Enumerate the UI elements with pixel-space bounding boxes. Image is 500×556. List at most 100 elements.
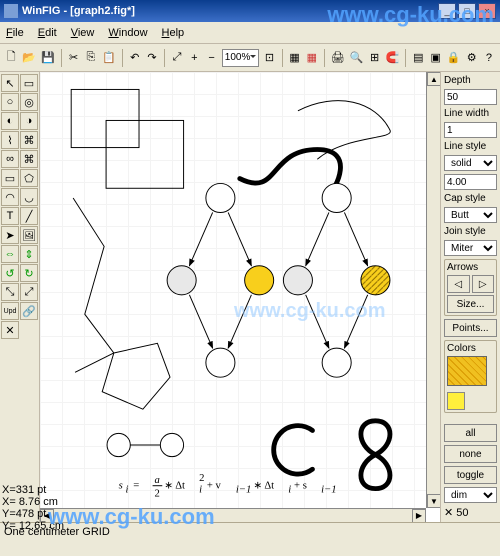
- rotcw-tool[interactable]: ↻: [20, 264, 38, 282]
- toggle-button[interactable]: toggle: [444, 466, 497, 484]
- svg-text:i: i: [288, 484, 291, 495]
- close-button[interactable]: ×: [478, 3, 496, 19]
- svg-text:∗ Δt: ∗ Δt: [164, 481, 185, 492]
- palette-button[interactable]: ▦: [305, 49, 319, 67]
- polygon-tool[interactable]: ⬠: [20, 169, 38, 187]
- linestyle-select[interactable]: solid: [444, 155, 497, 171]
- color-swatch[interactable]: [447, 392, 465, 410]
- maximize-button[interactable]: □: [458, 3, 476, 19]
- scale2-tool[interactable]: ⤢: [20, 283, 38, 301]
- svg-text:2: 2: [199, 473, 204, 484]
- menu-view[interactable]: View: [71, 27, 95, 39]
- menu-help[interactable]: Help: [162, 27, 185, 39]
- colors-group: Colors: [444, 340, 497, 413]
- svg-text:∗ Δt: ∗ Δt: [253, 481, 274, 492]
- arrow-size-button[interactable]: Size...: [447, 295, 494, 313]
- update-tool[interactable]: Upd: [1, 302, 19, 320]
- delete-tool[interactable]: ✕: [1, 321, 19, 339]
- spline-tool[interactable]: ⌇: [1, 131, 19, 149]
- titlebar: WinFIG - [graph2.fig*] _ □ ×: [0, 0, 500, 22]
- copy-button[interactable]: ⎘: [84, 49, 98, 67]
- zoomfit-button[interactable]: ⤢: [170, 49, 184, 67]
- none-button[interactable]: none: [444, 445, 497, 463]
- paste-button[interactable]: 📋: [101, 49, 117, 67]
- flip-h-tool[interactable]: ⇔: [1, 245, 19, 263]
- scale-tool[interactable]: ⤡: [1, 283, 19, 301]
- select-tool[interactable]: ↖: [1, 74, 19, 92]
- minimize-button[interactable]: _: [438, 3, 456, 19]
- spline4-tool[interactable]: ⌘: [20, 150, 38, 168]
- redo-button[interactable]: ↷: [145, 49, 159, 67]
- fill-swatch[interactable]: [447, 356, 487, 386]
- save-button[interactable]: 💾: [40, 49, 56, 67]
- text-tool[interactable]: T: [1, 207, 19, 225]
- zoom1-button[interactable]: ⊡: [262, 49, 276, 67]
- ellipseaxis-tool[interactable]: ◐: [1, 112, 19, 130]
- undo-button[interactable]: ↶: [128, 49, 142, 67]
- coordinate-readout: X=331 pt X= 8.76 cm Y=478 pt Y= 12.65 cm: [2, 484, 64, 532]
- help-button[interactable]: ?: [482, 49, 496, 67]
- image-tool[interactable]: 🖼: [20, 226, 38, 244]
- close-icon[interactable]: ✕: [444, 506, 453, 519]
- lasso-tool[interactable]: ▭: [20, 74, 38, 92]
- equation-text: s: [119, 481, 123, 492]
- capstyle-select[interactable]: Butt: [444, 207, 497, 223]
- property-panel: Depth Line width Line style solid Cap st…: [440, 72, 500, 522]
- dim-select[interactable]: dim: [444, 487, 497, 503]
- svg-text:i−1: i−1: [321, 484, 336, 495]
- circle-tool[interactable]: ◎: [20, 93, 38, 111]
- grid-button[interactable]: ⊞: [367, 49, 381, 67]
- canvas[interactable]: s i = a 2 ∗ Δt i 2 + v i−1 ∗ Δt i + s i−…: [40, 72, 426, 508]
- snap-button[interactable]: 🧲: [385, 49, 401, 67]
- scrollbar-horizontal[interactable]: ◀ ▶: [40, 508, 426, 522]
- arrows-group: Arrows ◁ ▷ Size...: [444, 259, 497, 316]
- spline3-tool[interactable]: ∞: [1, 150, 19, 168]
- flip-v-tool[interactable]: ⇕: [20, 245, 38, 263]
- library-button[interactable]: ▦: [287, 49, 301, 67]
- dash-input[interactable]: [444, 174, 497, 190]
- new-button[interactable]: 🗋: [4, 49, 18, 67]
- spline2-tool[interactable]: ⌘: [20, 131, 38, 149]
- lock-button[interactable]: 🔒: [446, 49, 462, 67]
- line-tool[interactable]: ╱: [20, 207, 38, 225]
- link-tool[interactable]: 🔗: [20, 302, 38, 320]
- cut-button[interactable]: ✂: [66, 49, 80, 67]
- all-button[interactable]: all: [444, 424, 497, 442]
- prop-button[interactable]: ▣: [429, 49, 443, 67]
- depthflag-value: 50: [456, 507, 468, 519]
- app-icon: [4, 4, 18, 18]
- depth-input[interactable]: [444, 89, 497, 105]
- zoomin-button[interactable]: +: [187, 49, 201, 67]
- opts-button[interactable]: ⚙: [465, 49, 479, 67]
- svg-text:+ s: + s: [294, 481, 307, 492]
- menu-edit[interactable]: Edit: [38, 27, 57, 39]
- arrow-end-button[interactable]: ▷: [472, 275, 495, 293]
- toolbar-main: 🗋 📂 💾 ✂ ⎘ 📋 ↶ ↷ ⤢ + − 100% ⊡ ▦ ▦ 🖨 🔍 ⊞ 🧲…: [0, 44, 500, 72]
- joinstyle-select[interactable]: Miter: [444, 240, 497, 256]
- arc2-tool[interactable]: ◡: [20, 188, 38, 206]
- circleaxis-tool[interactable]: ◑: [20, 112, 38, 130]
- arrow-tool[interactable]: ➤: [1, 226, 19, 244]
- arrow-start-button[interactable]: ◁: [447, 275, 470, 293]
- print-button[interactable]: 🖨: [330, 49, 346, 67]
- zoomout-button[interactable]: −: [204, 49, 218, 67]
- search-button[interactable]: 🔍: [349, 49, 365, 67]
- linestyle-label: Line style: [444, 141, 497, 152]
- statusbar: One centimeter GRID: [0, 522, 500, 540]
- linewidth-label: Line width: [444, 108, 497, 119]
- menu-file[interactable]: FFileile: [6, 27, 24, 39]
- menu-window[interactable]: Window: [108, 27, 147, 39]
- svg-text:i: i: [125, 484, 128, 495]
- rect-tool[interactable]: ▭: [1, 169, 19, 187]
- layer-button[interactable]: ▤: [411, 49, 425, 67]
- points-button[interactable]: Points...: [444, 319, 497, 337]
- ellipse-tool[interactable]: ○: [1, 93, 19, 111]
- zoom-combo[interactable]: 100%: [222, 49, 260, 67]
- joinstyle-label: Join style: [444, 226, 497, 237]
- open-button[interactable]: 📂: [21, 49, 37, 67]
- canvas-area: s i = a 2 ∗ Δt i 2 + v i−1 ∗ Δt i + s i−…: [40, 72, 440, 522]
- rotccw-tool[interactable]: ↺: [1, 264, 19, 282]
- scrollbar-vertical[interactable]: ▲ ▼: [426, 72, 440, 508]
- linewidth-input[interactable]: [444, 122, 497, 138]
- arc-tool[interactable]: ◠: [1, 188, 19, 206]
